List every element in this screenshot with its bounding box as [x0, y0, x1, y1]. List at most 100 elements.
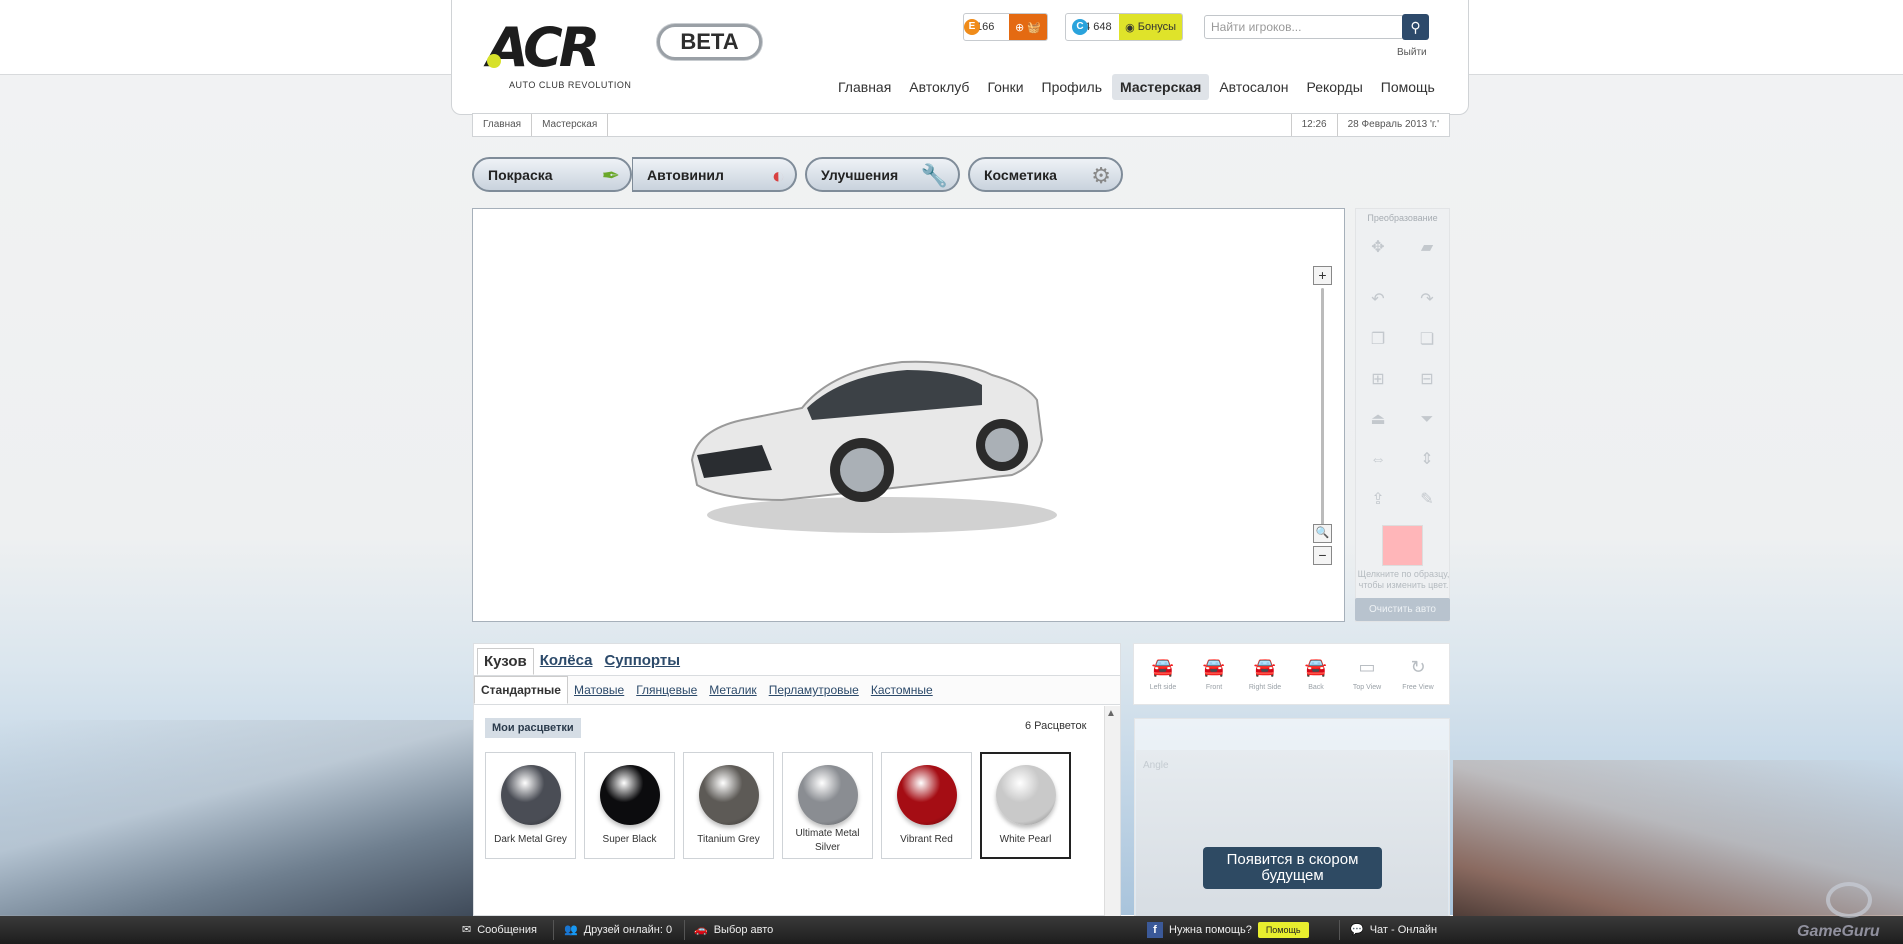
nav-profile[interactable]: Профиль [1034, 74, 1110, 100]
tab-paint[interactable]: Покраска ✒ [472, 157, 632, 192]
buy-gold-button[interactable]: ⊕ 🧺 [1009, 14, 1047, 40]
nav-help[interactable]: Помощь [1373, 74, 1443, 100]
help-area: f Нужна помощь? Помощь [1147, 916, 1309, 944]
nav-home[interactable]: Главная [830, 74, 899, 100]
view-label: Top View [1352, 684, 1382, 691]
chat-bubble-icon: 💬 [1350, 924, 1364, 936]
view-left-side[interactable]: 🚘 Left side [1138, 656, 1188, 691]
coming-soon-background [1136, 750, 1448, 916]
bonus-icon: ◉ [1125, 21, 1135, 34]
breadcrumb: Главная Мастерская 12:26 28 Февраль 2013… [472, 113, 1450, 137]
nav-records[interactable]: Рекорды [1298, 74, 1370, 100]
friends-icon: 👥 [564, 924, 578, 936]
nav-autoclub[interactable]: Автоклуб [901, 74, 977, 100]
redo-icon[interactable]: ↷ [1417, 290, 1437, 310]
watermark-text: GameGuru [1797, 923, 1880, 940]
coming-soon-ghost-controls: Angle [1143, 760, 1169, 771]
move-icon[interactable]: ✥ [1368, 238, 1388, 258]
tab-upgrades[interactable]: Улучшения 🔧 [805, 157, 960, 192]
bonuses-label: Бонусы [1137, 21, 1176, 33]
paste-icon[interactable]: ❏ [1417, 330, 1437, 350]
copy-icon[interactable]: ❐ [1368, 330, 1388, 350]
zoom-in-button[interactable]: + [1313, 266, 1332, 285]
layer-down-icon[interactable]: ⊟ [1417, 370, 1437, 390]
chat-button[interactable]: 💬 Чат - Онлайн [1350, 916, 1437, 944]
swatch-hint: Щелкните по образцу, чтобы изменить цвет… [1357, 569, 1450, 590]
messages-button[interactable]: ✉ Сообщения [462, 916, 537, 944]
color-ball [798, 765, 858, 825]
color-card-selected[interactable]: White Pearl [980, 752, 1071, 859]
search-button[interactable]: ⚲ [1402, 14, 1429, 40]
color-card[interactable]: Dark Metal Grey [485, 752, 576, 859]
breadcrumb-workshop[interactable]: Мастерская [532, 114, 609, 136]
color-card[interactable]: Super Black [584, 752, 675, 859]
tab-calipers[interactable]: Суппорты [598, 648, 686, 675]
tab-metallic[interactable]: Металик [703, 683, 762, 697]
clear-car-button[interactable]: Очистить авто [1355, 598, 1450, 621]
tab-gloss[interactable]: Глянцевые [630, 683, 703, 697]
my-colors-label[interactable]: Мои расцветки [485, 718, 581, 738]
flip-horizontal-icon[interactable]: ⇔ [1368, 450, 1388, 470]
facebook-icon[interactable]: f [1147, 922, 1163, 938]
tab-standard[interactable]: Стандартные [474, 676, 568, 704]
view-right-side[interactable]: 🚘 Right Side [1240, 656, 1290, 691]
logout-link[interactable]: Выйти [1397, 47, 1427, 58]
color-card[interactable]: Titanium Grey [683, 752, 774, 859]
tab-wheels[interactable]: Колёса [534, 648, 599, 675]
car-side-icon: 🚘 [1151, 657, 1175, 677]
friends-label: Друзей онлайн: 0 [583, 924, 673, 936]
color-ball [699, 765, 759, 825]
player-search-input[interactable]: Найти игроков... [1204, 15, 1404, 39]
zoom-reset-button[interactable]: 🔍 [1313, 524, 1332, 543]
rotate-icon: ↻ [1410, 657, 1426, 677]
send-back-icon[interactable]: ⏷ [1417, 410, 1437, 430]
share-icon[interactable]: ⇪ [1368, 490, 1388, 510]
watermark-logo [1826, 882, 1872, 918]
view-back[interactable]: 🚘 Back [1291, 656, 1341, 691]
color-ball [996, 765, 1056, 825]
nav-races[interactable]: Гонки [979, 74, 1031, 100]
view-top[interactable]: ▭ Top View [1342, 656, 1392, 691]
view-label: Front [1205, 684, 1223, 691]
zoom-slider[interactable] [1321, 288, 1324, 528]
tab-upgrades-label: Улучшения [821, 166, 899, 183]
tab-vinyl[interactable]: Автовинил ◐ [632, 157, 797, 192]
skew-icon[interactable]: ▰ [1417, 238, 1437, 258]
tab-custom[interactable]: Кастомные [865, 683, 939, 697]
zoom-out-button[interactable]: − [1313, 546, 1332, 565]
nav-dealership[interactable]: Автосалон [1211, 74, 1296, 100]
plus-icon: ⊕ [1015, 21, 1025, 34]
view-front[interactable]: 🚘 Front [1189, 656, 1239, 691]
color-card[interactable]: Ultimate Metal Silver [782, 752, 873, 859]
tab-matte[interactable]: Матовые [568, 683, 630, 697]
car-icon: 🚗 [694, 924, 708, 936]
logo-subtitle: AUTO CLUB REVOLUTION [509, 80, 632, 90]
help-button[interactable]: Помощь [1257, 922, 1309, 938]
chat-label: Чат - Онлайн [1369, 924, 1438, 936]
choose-car-label: Выбор авто [713, 924, 774, 936]
breadcrumb-home[interactable]: Главная [473, 114, 533, 136]
choose-car-button[interactable]: 🚗 Выбор авто [694, 916, 773, 944]
paint-target-tabs: Кузов Колёса Суппорты [477, 648, 686, 675]
current-color-swatch[interactable] [1382, 525, 1423, 566]
magnifier-icon: 🔍 [1315, 527, 1330, 539]
car-side-icon: 🚘 [1253, 657, 1277, 677]
nav-workshop[interactable]: Мастерская [1111, 74, 1210, 100]
undo-icon[interactable]: ↶ [1368, 290, 1388, 310]
colors-scrollbar[interactable] [1104, 706, 1120, 916]
view-label: Free View [1402, 684, 1434, 691]
layer-up-icon[interactable]: ⊞ [1368, 370, 1388, 390]
bonuses-button[interactable]: ◉ Бонусы [1119, 14, 1182, 40]
site-logo[interactable]: ACR AUTO CLUB REVOLUTION [487, 18, 652, 96]
tab-cosmetics[interactable]: Косметика ⚙ [968, 157, 1123, 192]
car-model[interactable] [682, 340, 1082, 540]
color-card[interactable]: Vibrant Red [881, 752, 972, 859]
flip-vertical-icon[interactable]: ⇕ [1417, 450, 1437, 470]
eyedropper-icon[interactable]: ✎ [1417, 490, 1437, 510]
tab-pearlescent[interactable]: Перламутровые [763, 683, 865, 697]
friends-online-button[interactable]: 👥 Друзей онлайн: 0 [564, 916, 672, 944]
tab-body[interactable]: Кузов [477, 648, 534, 675]
scroll-up-arrow-icon[interactable]: ▲ [1106, 708, 1116, 719]
bring-front-icon[interactable]: ⏏ [1368, 410, 1388, 430]
view-free[interactable]: ↻ Free View [1393, 656, 1443, 691]
